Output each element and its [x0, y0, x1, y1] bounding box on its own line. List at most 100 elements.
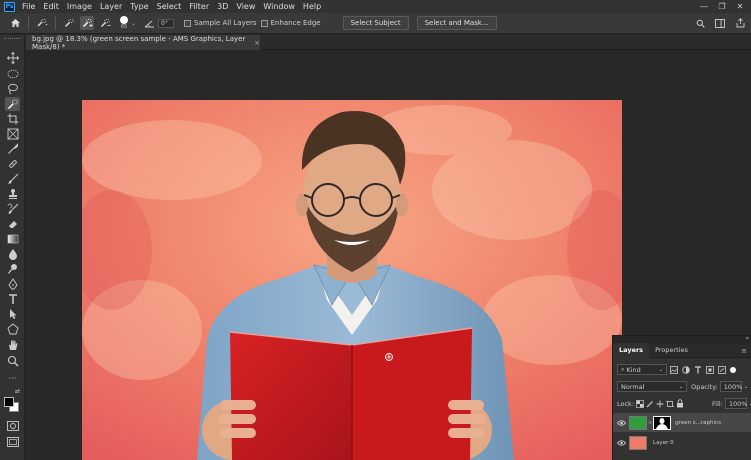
lock-all-icon[interactable]: [676, 399, 684, 408]
history-brush-tool-icon[interactable]: [5, 202, 20, 216]
healing-brush-tool-icon[interactable]: [5, 157, 20, 171]
lock-fill-row: Lock: Fill: 100% ⌄: [617, 398, 751, 409]
menu-help[interactable]: Help: [299, 2, 325, 11]
smart-object-filter-icon[interactable]: [717, 365, 727, 375]
lock-label: Lock:: [617, 399, 635, 408]
search-icon[interactable]: [693, 16, 707, 30]
collapse-panel-icon[interactable]: «: [745, 335, 749, 342]
menu-view[interactable]: View: [232, 2, 259, 11]
dodge-tool-icon[interactable]: [5, 262, 20, 276]
lock-pixels-icon[interactable]: [646, 399, 654, 408]
photoshop-logo-icon[interactable]: Ps: [4, 1, 15, 12]
path-selection-tool-icon[interactable]: [5, 307, 20, 321]
panel-grip[interactable]: [4, 38, 21, 41]
panel-menu-icon[interactable]: ≡: [741, 347, 747, 355]
quick-selection-preset-icon[interactable]: [35, 16, 49, 30]
zoom-tool-icon[interactable]: [5, 354, 20, 368]
maximize-icon[interactable]: ❐: [714, 2, 730, 11]
hand-tool-icon[interactable]: [5, 338, 20, 352]
filter-toggle-icon[interactable]: [730, 366, 736, 373]
chevron-down-icon[interactable]: ⌄: [131, 20, 136, 27]
workspace-icon[interactable]: [713, 16, 727, 30]
lock-transparency-icon[interactable]: [636, 399, 644, 408]
screen-mode-icon[interactable]: [5, 435, 20, 449]
eyedropper-tool-icon[interactable]: [5, 142, 20, 156]
tab-layers[interactable]: Layers: [613, 342, 650, 358]
select-subject-button[interactable]: Select Subject: [342, 16, 409, 30]
lasso-tool-icon[interactable]: [5, 82, 20, 96]
lock-artboard-icon[interactable]: [666, 399, 675, 408]
blend-mode-select[interactable]: Normal ⌄: [617, 381, 688, 392]
document-canvas[interactable]: [82, 100, 622, 460]
tab-properties[interactable]: Properties: [649, 343, 694, 358]
layer-link-icon[interactable]: ∞: [648, 420, 652, 426]
type-tool-icon[interactable]: [5, 292, 20, 306]
eraser-tool-icon[interactable]: [5, 217, 20, 231]
chevron-down-icon[interactable]: ⌄: [744, 384, 748, 390]
pen-tool-icon[interactable]: [5, 277, 20, 291]
fill-input[interactable]: 100%: [724, 398, 747, 409]
subtract-from-selection-icon[interactable]: [98, 16, 112, 30]
shape-tool-icon[interactable]: [5, 322, 20, 336]
adjustment-filter-icon[interactable]: [681, 365, 691, 375]
menu-image[interactable]: Image: [63, 2, 96, 11]
crop-tool-icon[interactable]: [5, 112, 20, 126]
share-icon[interactable]: [733, 16, 747, 30]
menu-select[interactable]: Select: [153, 2, 186, 11]
document-tab[interactable]: bg.jpg @ 18.3% (green screen sample - AM…: [26, 35, 260, 51]
fill-label: Fill:: [712, 399, 723, 408]
gradient-tool-icon[interactable]: [5, 232, 20, 246]
foreground-color-swatch[interactable]: [4, 397, 14, 407]
brush-size-picker[interactable]: 65: [120, 16, 128, 30]
clone-stamp-tool-icon[interactable]: [5, 187, 20, 201]
marquee-tool-icon[interactable]: [5, 67, 20, 81]
canvas-image: [82, 100, 622, 460]
menu-type[interactable]: Type: [126, 2, 152, 11]
menu-filter[interactable]: Filter: [185, 2, 213, 11]
pixel-filter-icon[interactable]: [669, 365, 679, 375]
select-and-mask-button[interactable]: Select and Mask...: [416, 16, 497, 30]
document-tab-bar: bg.jpg @ 18.3% (green screen sample - AM…: [26, 35, 751, 51]
opacity-input[interactable]: 100%: [719, 381, 742, 392]
brush-size-value: 65: [120, 24, 128, 30]
type-filter-icon[interactable]: [693, 365, 703, 375]
angle-input[interactable]: 0°: [158, 18, 175, 28]
more-tools-icon[interactable]: ···: [5, 371, 20, 385]
lock-position-icon[interactable]: [656, 399, 664, 408]
brush-tool-icon[interactable]: [5, 172, 20, 186]
swap-colors-icon[interactable]: ⇄: [15, 388, 20, 395]
new-selection-icon[interactable]: [62, 16, 76, 30]
close-window-icon[interactable]: ✕: [732, 2, 748, 11]
close-tab-icon[interactable]: ×: [254, 39, 260, 47]
enhance-edge-checkbox[interactable]: [260, 19, 268, 27]
add-to-selection-icon[interactable]: [80, 16, 94, 30]
search-icon: ⌕: [621, 365, 625, 373]
visibility-eye-icon[interactable]: [613, 439, 629, 446]
frame-tool-icon[interactable]: [5, 127, 20, 141]
filter-kind-select[interactable]: ⌕ Kind ⌄: [617, 364, 667, 375]
minimize-icon[interactable]: —: [696, 2, 712, 11]
sample-all-layers-checkbox[interactable]: [184, 19, 192, 27]
visibility-eye-icon[interactable]: [613, 419, 629, 426]
menu-edit[interactable]: Edit: [39, 2, 63, 11]
blur-tool-icon[interactable]: [5, 247, 20, 261]
quick-mask-icon[interactable]: [5, 419, 20, 433]
blend-mode-value: Normal: [621, 382, 645, 391]
menu-file[interactable]: File: [18, 2, 39, 11]
layer-row-green-screen[interactable]: ∞ green s...raphics: [613, 413, 751, 432]
layer-row-layer-0[interactable]: Layer 0: [613, 433, 751, 452]
window-controls: — ❐ ✕: [696, 0, 751, 13]
opacity-label: Opacity:: [691, 382, 718, 391]
move-tool-icon[interactable]: [5, 51, 20, 65]
quick-selection-tool-icon[interactable]: [5, 97, 20, 111]
layer-name[interactable]: green s...raphics: [675, 420, 721, 426]
menu-3d[interactable]: 3D: [213, 2, 232, 11]
menu-window[interactable]: Window: [259, 2, 299, 11]
home-icon[interactable]: [8, 16, 22, 30]
layer-mask-thumbnail[interactable]: [653, 415, 672, 430]
layer-thumbnail-green: [629, 415, 647, 430]
shape-filter-icon[interactable]: [705, 365, 715, 375]
menu-layer[interactable]: Layer: [96, 2, 126, 11]
layer-name[interactable]: Layer 0: [653, 440, 674, 446]
blend-opacity-row: Normal ⌄ Opacity: 100% ⌄: [617, 381, 748, 392]
